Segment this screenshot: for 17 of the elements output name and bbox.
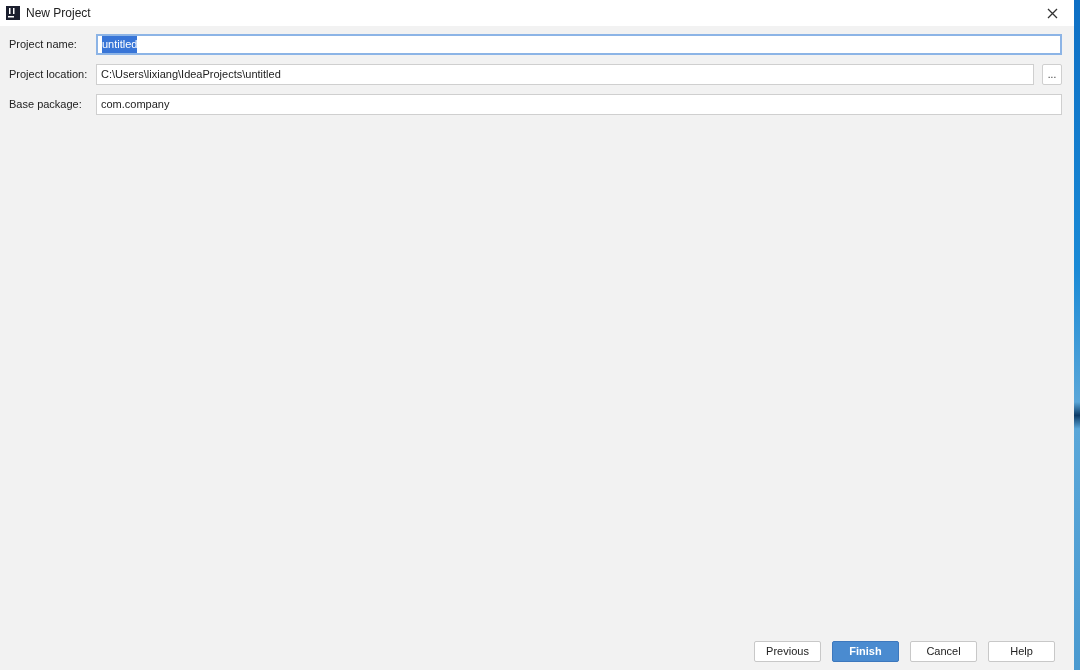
field-value: com.company <box>101 97 170 113</box>
dialog-button[interactable]: Help <box>988 641 1055 662</box>
text-field[interactable]: C:\Users\lixiang\IdeaProjects\untitled <box>96 64 1034 85</box>
field-label: Project name: <box>9 37 78 53</box>
browse-button[interactable]: ... <box>1042 64 1062 85</box>
close-icon[interactable] <box>1046 7 1058 19</box>
window-title: New Project <box>26 5 91 22</box>
text-field[interactable]: untitled <box>96 34 1062 55</box>
text-field[interactable]: com.company <box>96 94 1062 115</box>
field-value: untitled <box>102 36 138 53</box>
field-label: Project location: <box>9 67 89 83</box>
dialog-button[interactable]: Cancel <box>910 641 977 662</box>
dialog-button[interactable]: Previous <box>754 641 821 662</box>
field-label: Base package: <box>9 97 83 113</box>
field-value: C:\Users\lixiang\IdeaProjects\untitled <box>101 67 281 83</box>
app-logo-icon <box>6 6 20 20</box>
primary-button[interactable]: Finish <box>832 641 899 662</box>
